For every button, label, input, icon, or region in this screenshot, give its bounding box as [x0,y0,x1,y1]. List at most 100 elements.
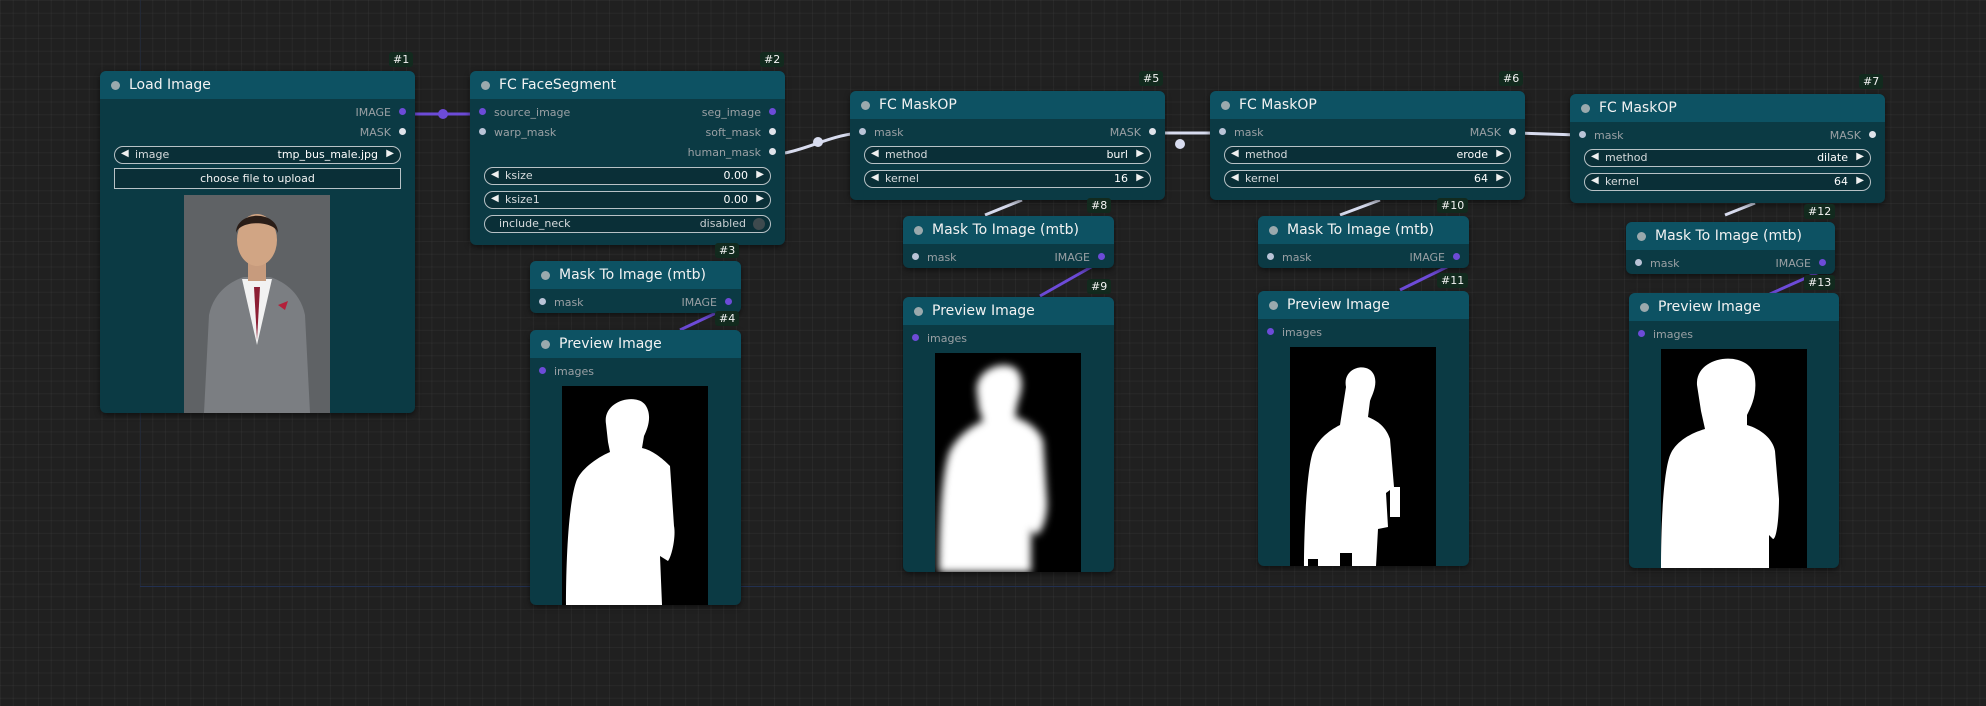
upload-button[interactable]: choose file to upload [114,168,401,189]
slot-row[interactable]: mask IMAGE [903,251,1114,267]
slot-dot[interactable] [1267,328,1274,335]
slot-dot[interactable] [912,253,919,260]
kernel-number-widget[interactable]: ◀ kernel 64 ▶ [1224,170,1511,188]
collapse-dot[interactable] [861,101,870,110]
node-mask-to-image[interactable]: Mask To Image (mtb) mask IMAGE [903,216,1114,268]
collapse-dot[interactable] [1269,301,1278,310]
arrow-right-icon[interactable]: ▶ [1136,148,1144,159]
slot-dot[interactable] [769,128,776,135]
slot-dot[interactable] [1267,253,1274,260]
slot-dot[interactable] [769,148,776,155]
slot-dot[interactable] [1453,253,1460,260]
arrow-left-icon[interactable]: ◀ [121,148,129,159]
node-header[interactable]: Mask To Image (mtb) [530,261,741,289]
slot-row[interactable]: mask IMAGE [1258,251,1469,267]
slot-dot[interactable] [399,108,406,115]
node-preview-image[interactable]: Preview Image images [903,297,1114,572]
slot-dot[interactable] [1579,131,1586,138]
slot-row[interactable]: mask IMAGE [1626,257,1835,273]
collapse-dot[interactable] [111,81,120,90]
node-header[interactable]: Load Image [100,71,415,99]
arrow-right-icon[interactable]: ▶ [1856,151,1864,162]
node-header[interactable]: Preview Image [530,330,741,358]
slot-row[interactable]: human_mask [470,146,785,162]
slot-dot[interactable] [1098,253,1105,260]
output-slot-mask[interactable]: MASK [100,126,415,142]
arrow-left-icon[interactable]: ◀ [1231,148,1239,159]
method-combo-widget[interactable]: ◀ method dilate ▶ [1584,149,1871,167]
slot-row[interactable]: mask MASK [1570,129,1885,145]
node-mask-to-image[interactable]: Mask To Image (mtb) mask IMAGE [530,261,741,313]
slot-row[interactable]: images [530,365,741,381]
method-combo-widget[interactable]: ◀ method erode ▶ [1224,146,1511,164]
node-header[interactable]: FC MaskOP [1210,91,1525,119]
slot-dot[interactable] [725,298,732,305]
slot-row[interactable]: mask IMAGE [530,296,741,312]
kernel-number-widget[interactable]: ◀ kernel 16 ▶ [864,170,1151,188]
arrow-right-icon[interactable]: ▶ [756,169,764,180]
node-preview-image[interactable]: Preview Image images [530,330,741,605]
node-header[interactable]: Mask To Image (mtb) [1258,216,1469,244]
collapse-dot[interactable] [914,226,923,235]
node-header[interactable]: Preview Image [1258,291,1469,319]
arrow-right-icon[interactable]: ▶ [1496,172,1504,183]
slot-dot[interactable] [479,128,486,135]
collapse-dot[interactable] [1221,101,1230,110]
slot-dot[interactable] [539,367,546,374]
slot-dot[interactable] [399,128,406,135]
node-fc-maskop[interactable]: FC MaskOP mask MASK ◀ method dilate ▶ ◀ … [1570,94,1885,203]
slot-dot[interactable] [1149,128,1156,135]
arrow-right-icon[interactable]: ▶ [1136,172,1144,183]
slot-dot[interactable] [539,298,546,305]
ksize1-number-widget[interactable]: ◀ ksize1 0.00 ▶ [484,191,771,209]
output-slot-image[interactable]: IMAGE [100,106,415,122]
collapse-dot[interactable] [541,271,550,280]
method-combo-widget[interactable]: ◀ method burl ▶ [864,146,1151,164]
slot-dot[interactable] [859,128,866,135]
collapse-dot[interactable] [1640,303,1649,312]
node-fc-maskop[interactable]: FC MaskOP mask MASK ◀ method erode ▶ ◀ k… [1210,91,1525,200]
node-mask-to-image[interactable]: Mask To Image (mtb) mask IMAGE [1626,222,1835,274]
arrow-right-icon[interactable]: ▶ [386,148,394,159]
slot-row[interactable]: images [1258,326,1469,342]
collapse-dot[interactable] [1581,104,1590,113]
arrow-right-icon[interactable]: ▶ [1856,175,1864,186]
collapse-dot[interactable] [1269,226,1278,235]
image-combo-widget[interactable]: ◀ image tmp_bus_male.jpg ▶ [114,146,401,164]
arrow-left-icon[interactable]: ◀ [491,169,499,180]
arrow-left-icon[interactable]: ◀ [871,148,879,159]
slot-dot[interactable] [1509,128,1516,135]
node-header[interactable]: FC MaskOP [1570,94,1885,122]
node-header[interactable]: Preview Image [903,297,1114,325]
ksize-number-widget[interactable]: ◀ ksize 0.00 ▶ [484,167,771,185]
node-preview-image[interactable]: Preview Image images [1258,291,1469,566]
arrow-left-icon[interactable]: ◀ [1591,175,1599,186]
slot-dot[interactable] [1819,259,1826,266]
collapse-dot[interactable] [914,307,923,316]
arrow-right-icon[interactable]: ▶ [756,193,764,204]
slot-row[interactable]: mask MASK [850,126,1165,142]
toggle-knob[interactable] [753,218,765,230]
arrow-left-icon[interactable]: ◀ [1591,151,1599,162]
slot-dot[interactable] [1869,131,1876,138]
slot-dot[interactable] [1219,128,1226,135]
graph-canvas[interactable]: #1 Load Image IMAGE MASK ◀ image tmp_bus… [0,0,1986,706]
slot-dot[interactable] [769,108,776,115]
collapse-dot[interactable] [541,340,550,349]
node-mask-to-image[interactable]: Mask To Image (mtb) mask IMAGE [1258,216,1469,268]
arrow-left-icon[interactable]: ◀ [1231,172,1239,183]
collapse-dot[interactable] [481,81,490,90]
include-neck-toggle[interactable]: include_neck disabled [484,215,771,233]
arrow-right-icon[interactable]: ▶ [1496,148,1504,159]
collapse-dot[interactable] [1637,232,1646,241]
slot-row[interactable]: mask MASK [1210,126,1525,142]
slot-dot[interactable] [479,108,486,115]
slot-row[interactable]: source_image seg_image [470,106,785,122]
node-fc-facesegment[interactable]: FC FaceSegment source_image seg_image wa… [470,71,785,245]
slot-dot[interactable] [912,334,919,341]
node-header[interactable]: Mask To Image (mtb) [903,216,1114,244]
arrow-left-icon[interactable]: ◀ [491,193,499,204]
arrow-left-icon[interactable]: ◀ [871,172,879,183]
node-load-image[interactable]: Load Image IMAGE MASK ◀ image tmp_bus_ma… [100,71,415,413]
kernel-number-widget[interactable]: ◀ kernel 64 ▶ [1584,173,1871,191]
